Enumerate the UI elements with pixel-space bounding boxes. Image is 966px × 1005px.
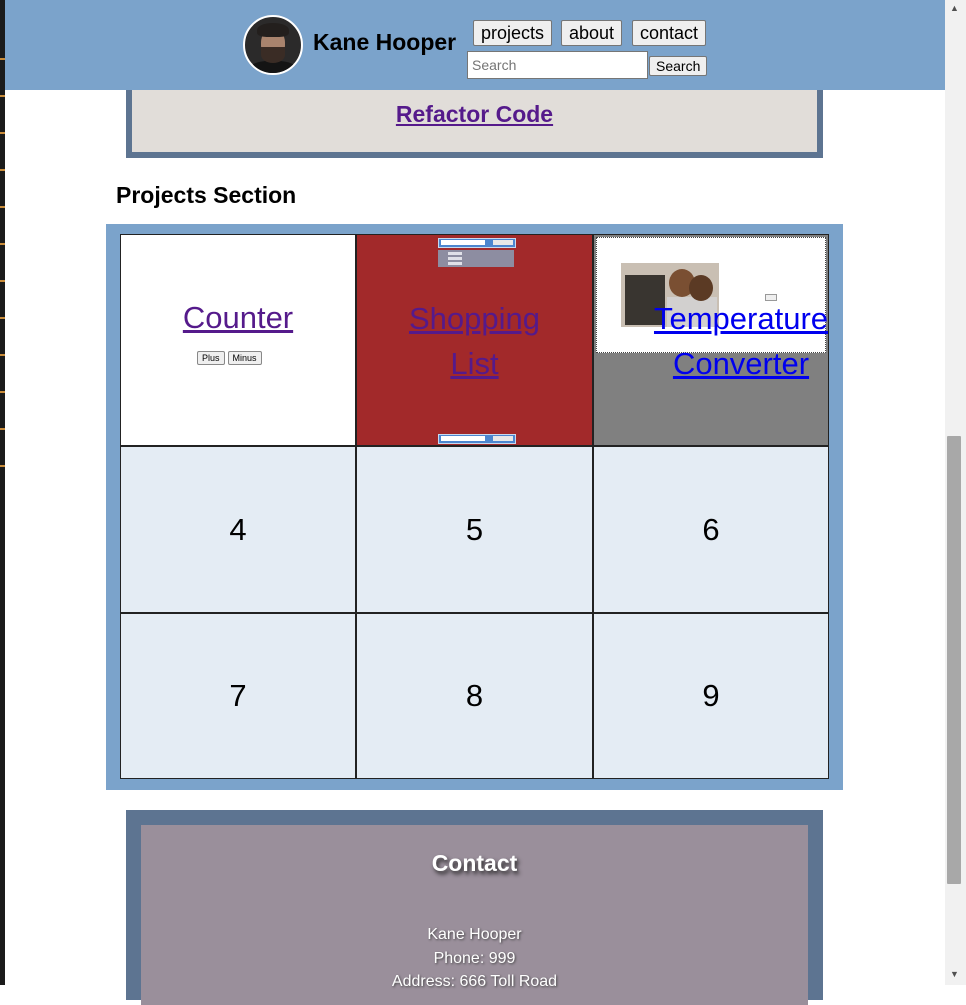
contact-phone: Phone: 999 <box>433 950 516 967</box>
nav-about-button[interactable]: about <box>561 20 623 46</box>
project-cell-4: 4 <box>120 446 356 613</box>
shopping-list-link[interactable]: Shopping List <box>405 296 545 386</box>
shopping-preview-bar <box>438 238 516 248</box>
nav-contact-button[interactable]: contact <box>632 20 707 46</box>
search-button[interactable]: Search <box>649 56 708 76</box>
shopping-preview-bar-bottom <box>438 434 516 444</box>
nav-projects-button[interactable]: projects <box>473 20 553 46</box>
refactor-code-link[interactable]: Refactor Code <box>132 101 817 128</box>
project-cell-counter: Plus Minus Counter <box>120 234 356 446</box>
project-cell-shopping-list: Shopping List <box>356 234 593 446</box>
counter-link[interactable]: Counter <box>183 295 293 340</box>
scroll-down-arrow-icon[interactable]: ▼ <box>950 969 959 979</box>
page-scrollbar[interactable]: ▲ ▼ <box>945 0 966 985</box>
contact-title: Contact <box>431 850 518 876</box>
project-cell-7: 7 <box>120 613 356 779</box>
scroll-thumb[interactable] <box>947 436 961 884</box>
search-input[interactable] <box>467 51 648 79</box>
project-cell-5: 5 <box>356 446 593 613</box>
site-name: Kane Hooper <box>313 29 457 55</box>
contact-section: Contact Kane Hooper Phone: 999 Address: … <box>126 810 823 1005</box>
projects-grid-container: Plus Minus Counter Shopping List Tempera… <box>106 224 843 790</box>
shopping-preview-list <box>438 250 514 267</box>
project-cell-6: 6 <box>593 446 829 613</box>
counter-preview: Plus Minus <box>197 351 262 365</box>
refactor-card: Refactor Code <box>126 80 823 158</box>
counter-minus-preview: Minus <box>227 351 262 365</box>
contact-address: Address: 666 Toll Road <box>391 973 558 990</box>
project-cell-temperature-converter: Temperature Converter <box>593 234 829 446</box>
temperature-converter-link[interactable]: Temperature Converter <box>654 296 828 386</box>
projects-grid: Plus Minus Counter Shopping List Tempera… <box>120 234 829 779</box>
project-cell-9: 9 <box>593 613 829 779</box>
site-header: Kane Hooper projects about contact Searc… <box>5 0 945 90</box>
adjacent-window-strip <box>0 0 5 985</box>
avatar <box>243 15 303 75</box>
counter-plus-preview: Plus <box>197 351 225 365</box>
contact-name: Kane Hooper <box>427 926 522 943</box>
projects-section-title: Projects Section <box>116 182 297 208</box>
project-cell-8: 8 <box>356 613 593 779</box>
scroll-up-arrow-icon[interactable]: ▲ <box>950 3 959 13</box>
